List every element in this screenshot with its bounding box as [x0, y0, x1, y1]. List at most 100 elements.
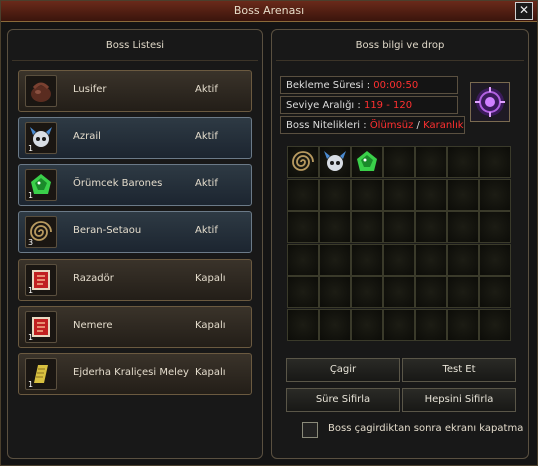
drop-slot[interactable] [351, 243, 383, 276]
drop-slot[interactable] [383, 146, 415, 178]
drop-slot[interactable] [351, 276, 383, 308]
close-after-summon-checkbox[interactable] [302, 422, 318, 438]
drop-slot[interactable] [479, 243, 511, 276]
boss-list-heading: Boss Listesi [105, 40, 165, 51]
level-range-value: 119 - 120 [363, 100, 413, 111]
drop-slot[interactable] [415, 276, 447, 308]
drop-slot[interactable] [383, 308, 415, 341]
close-button[interactable]: ✕ [515, 2, 533, 20]
horned-skull-helmet-icon: 1 [25, 122, 57, 154]
drop-slot[interactable] [383, 243, 415, 276]
boss-name: Lusifer [73, 84, 107, 95]
boss-status: Aktif [195, 225, 218, 236]
window-title: Boss Arenası [233, 4, 305, 17]
drop-slot[interactable] [287, 211, 319, 243]
boss-status: Aktif [195, 178, 218, 189]
drop-slot[interactable] [287, 178, 319, 211]
boss-status: Aktif [195, 131, 218, 142]
drop-slot[interactable] [415, 308, 447, 341]
horned-skull-helmet-icon[interactable] [319, 146, 351, 178]
drop-slot[interactable] [447, 243, 479, 276]
drop-grid [287, 146, 513, 342]
wait-time-value: 00:00:50 [373, 80, 419, 91]
boss-name: Örümcek Barones [73, 178, 163, 189]
reset-all-button[interactable]: Hepsini Sifirla [402, 388, 516, 412]
spiral-coil-icon: 3 [25, 216, 57, 248]
drop-slot[interactable] [447, 178, 479, 211]
drop-slot[interactable] [287, 308, 319, 341]
divider [276, 60, 524, 61]
reset-time-button[interactable]: Süre Sifirla [286, 388, 400, 412]
drop-slot[interactable] [415, 243, 447, 276]
title-bar[interactable]: Boss Arenası ✕ [1, 1, 537, 22]
item-count: 3 [28, 238, 34, 247]
drop-slot[interactable] [415, 146, 447, 178]
drop-slot[interactable] [447, 308, 479, 341]
drop-slot[interactable] [319, 178, 351, 211]
boss-name: Azrail [73, 131, 101, 142]
drop-slot[interactable] [287, 276, 319, 308]
drop-slot[interactable] [479, 211, 511, 243]
boss-traits-label: Boss Nitelikleri : [286, 120, 367, 131]
item-count: 1 [28, 333, 34, 342]
boss-name: Razadör [73, 273, 114, 284]
drop-slot[interactable] [479, 308, 511, 341]
drop-slot[interactable] [383, 178, 415, 211]
spiral-coil-icon[interactable] [287, 146, 319, 178]
close-after-summon-label: Boss çagirdiktan sonra ekranı kapatma [328, 423, 524, 434]
boss-name: Beran-Setaou [73, 225, 142, 236]
boss-status: Kapalı [195, 273, 226, 284]
drop-slot[interactable] [447, 276, 479, 308]
drop-slot[interactable] [415, 178, 447, 211]
purple-rune-icon [470, 82, 510, 122]
boss-traits-row: Boss Nitelikleri : Ölümsüz / Karanlık [280, 116, 465, 134]
boss-arena-window: Boss Arenası ✕ Boss Listesi Lusifer Akti… [0, 0, 538, 466]
boss-row-ejderha-kralicesi-meley[interactable]: 1 Ejderha Kraliçesi Meley Kapalı [18, 353, 252, 395]
drop-slot[interactable] [287, 243, 319, 276]
wait-time-label: Bekleme Süresi : [286, 80, 371, 91]
yellow-scroll-icon: 1 [25, 358, 57, 390]
drop-slot[interactable] [415, 211, 447, 243]
boss-row-orumcek-barones[interactable]: 1 Örümcek Barones Aktif [18, 164, 252, 206]
drop-slot[interactable] [479, 146, 511, 178]
red-scroll-icon: 1 [25, 311, 57, 343]
boss-info-panel: Boss bilgi ve drop Bekleme Süresi : 00:0… [271, 29, 529, 459]
item-count: 1 [28, 144, 34, 153]
red-scroll-icon: 1 [25, 264, 57, 296]
boss-name: Nemere [73, 320, 113, 331]
trait-darkness: Karanlık [423, 120, 464, 131]
drop-slot[interactable] [351, 308, 383, 341]
wait-time-row: Bekleme Süresi : 00:00:50 [280, 76, 458, 94]
drop-slot[interactable] [479, 178, 511, 211]
drop-slot[interactable] [351, 211, 383, 243]
level-range-row: Seviye Aralığı : 119 - 120 [280, 96, 458, 114]
boss-row-azrail[interactable]: 1 Azrail Aktif [18, 117, 252, 159]
leather-bag-icon [25, 75, 57, 107]
drop-slot[interactable] [319, 243, 351, 276]
drop-slot[interactable] [319, 276, 351, 308]
boss-status: Aktif [195, 84, 218, 95]
item-count: 1 [28, 286, 34, 295]
drop-slot[interactable] [479, 276, 511, 308]
drop-slot[interactable] [383, 211, 415, 243]
boss-row-razador[interactable]: 1 Razadör Kapalı [18, 259, 252, 301]
summon-button[interactable]: Çagir [286, 358, 400, 382]
green-spider-gem-icon[interactable] [351, 146, 383, 178]
level-range-label: Seviye Aralığı : [286, 100, 361, 111]
boss-row-lusifer[interactable]: Lusifer Aktif [18, 70, 252, 112]
boss-info-heading: Boss bilgi ve drop [355, 40, 445, 51]
boss-list-panel: Boss Listesi Lusifer Aktif 1 Azrail Akti… [7, 29, 263, 459]
trait-separator: / [416, 120, 420, 131]
drop-slot[interactable] [447, 146, 479, 178]
item-count: 1 [28, 380, 34, 389]
boss-row-nemere[interactable]: 1 Nemere Kapalı [18, 306, 252, 348]
test-button[interactable]: Test Et [402, 358, 516, 382]
drop-slot[interactable] [319, 308, 351, 341]
boss-status: Kapalı [195, 320, 226, 331]
boss-row-beran-setaou[interactable]: 3 Beran-Setaou Aktif [18, 211, 252, 253]
drop-slot[interactable] [351, 178, 383, 211]
trait-immortal: Ölümsüz [369, 120, 414, 131]
drop-slot[interactable] [383, 276, 415, 308]
drop-slot[interactable] [319, 211, 351, 243]
drop-slot[interactable] [447, 211, 479, 243]
